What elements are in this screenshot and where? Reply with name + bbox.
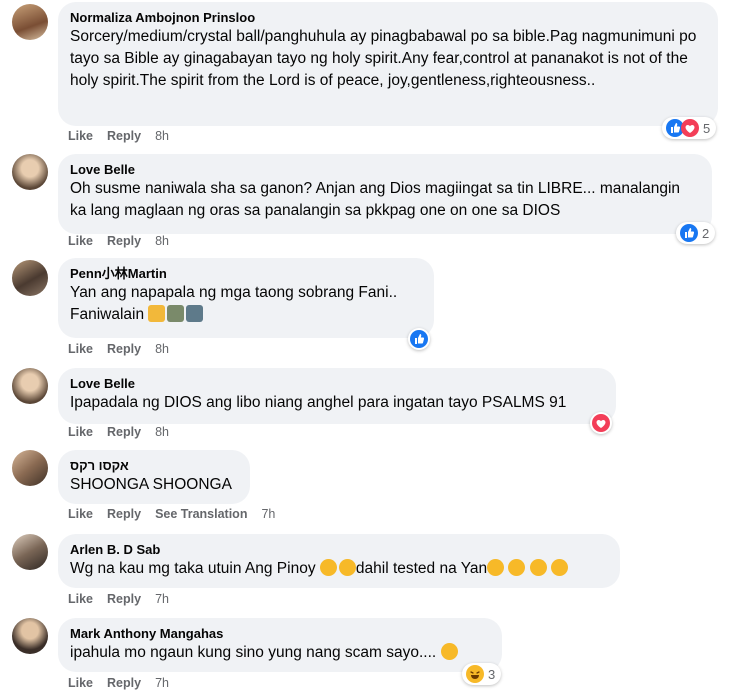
reply-button[interactable]: Reply	[107, 129, 141, 143]
rofl-emoji-icon	[529, 559, 547, 576]
reaction-summary[interactable]: 3	[462, 663, 502, 685]
see-translation-button[interactable]: See Translation	[155, 507, 247, 521]
avatar[interactable]	[12, 368, 48, 404]
comment-bubble: אקסו רקס SHOONGA SHOONGA	[58, 450, 250, 504]
reply-button[interactable]: Reply	[107, 234, 141, 248]
commenter-name[interactable]: Love Belle	[70, 161, 700, 178]
comment-actions: Like Reply 8h	[68, 342, 169, 356]
commenter-name[interactable]: Mark Anthony Mangahas	[70, 625, 490, 642]
reply-button[interactable]: Reply	[107, 592, 141, 606]
avatar[interactable]	[12, 534, 48, 570]
reaction-summary[interactable]	[590, 412, 612, 434]
comment-bubble: Normaliza Ambojnon Prinsloo Sorcery/medi…	[58, 2, 718, 126]
like-button[interactable]: Like	[68, 592, 93, 606]
reaction-summary[interactable]	[408, 328, 430, 350]
commenter-name[interactable]: אקסו רקס	[70, 457, 238, 474]
timestamp: 8h	[155, 129, 169, 143]
comment-bubble: Mark Anthony Mangahas ipahula mo ngaun k…	[58, 618, 502, 672]
commenter-name[interactable]: Love Belle	[70, 375, 604, 392]
like-icon	[680, 224, 698, 242]
rofl-emoji-icon	[508, 559, 526, 576]
like-button[interactable]: Like	[68, 342, 93, 356]
fist-emoji-icon	[167, 305, 185, 322]
cat-emoji-icon	[148, 305, 166, 322]
comment-actions: Like Reply 8h	[68, 234, 169, 248]
rofl-emoji-icon	[487, 559, 505, 576]
reply-button[interactable]: Reply	[107, 676, 141, 690]
rofl-emoji-icon	[551, 559, 569, 576]
reaction-count: 3	[488, 666, 496, 682]
timestamp: 7h	[261, 507, 276, 521]
reply-button[interactable]: Reply	[107, 425, 141, 439]
avatar[interactable]	[12, 4, 48, 40]
commenter-name[interactable]: Arlen B. D Sab	[70, 541, 608, 558]
avatar[interactable]	[12, 450, 48, 486]
comment-actions: Like Reply 8h	[68, 425, 169, 439]
like-button[interactable]: Like	[68, 425, 93, 439]
comment-bubble: Love Belle Oh susme naniwala sha sa gano…	[58, 154, 712, 234]
timestamp: 8h	[155, 342, 169, 356]
comment-text: Yan ang napapala ng mga taong sobrang Fa…	[70, 284, 398, 301]
commenter-name[interactable]: Normaliza Ambojnon Prinsloo	[70, 9, 706, 26]
reaction-count: 2	[702, 225, 710, 241]
like-icon	[410, 330, 428, 348]
comment-bubble: Love Belle Ipapadala ng DIOS ang libo ni…	[58, 368, 616, 424]
like-button[interactable]: Like	[68, 129, 93, 143]
haha-icon	[466, 665, 484, 683]
avatar[interactable]	[12, 618, 48, 654]
comment-bubble: Penn小林Martin Yan ang napapala ng mga tao…	[58, 258, 434, 338]
love-icon	[592, 414, 610, 432]
reaction-summary[interactable]: 5	[662, 117, 717, 139]
timestamp: 8h	[155, 234, 169, 248]
rofl-emoji-icon	[319, 559, 337, 576]
dancer-emoji-icon	[186, 305, 204, 322]
comment-text: SHOONGA SHOONGA	[70, 476, 232, 493]
reply-button[interactable]: Reply	[107, 507, 141, 521]
comment-text-line2: Faniwalain	[70, 304, 422, 326]
avatar[interactable]	[12, 260, 48, 296]
comment-actions: Like Reply 7h	[68, 592, 169, 606]
reply-button[interactable]: Reply	[107, 342, 141, 356]
timestamp: 7h	[155, 676, 169, 690]
reaction-count: 5	[703, 120, 711, 136]
comment-actions: Like Reply 7h	[68, 676, 169, 690]
like-button[interactable]: Like	[68, 676, 93, 690]
grin-emoji-icon	[338, 559, 356, 576]
commenter-name[interactable]: Penn小林Martin	[70, 265, 422, 282]
comment-bubble: Arlen B. D Sab Wg na kau mg taka utuin A…	[58, 534, 620, 588]
comment-text: Wg na kau mg taka utuin Ang Pinoy dahil …	[70, 558, 608, 580]
love-icon	[681, 119, 699, 137]
comment-actions: Like Reply See Translation 7h	[68, 507, 275, 521]
like-button[interactable]: Like	[68, 507, 93, 521]
comment-actions: Like Reply 8h	[68, 129, 169, 143]
like-button[interactable]: Like	[68, 234, 93, 248]
comment-text: Ipapadala ng DIOS ang libo niang anghel …	[70, 394, 567, 411]
comment-text: Sorcery/medium/crystal ball/panghuhula a…	[70, 28, 701, 89]
avatar[interactable]	[12, 154, 48, 190]
smile-emoji-icon	[440, 643, 458, 660]
timestamp: 7h	[155, 592, 169, 606]
reaction-summary[interactable]: 2	[676, 222, 716, 244]
timestamp: 8h	[155, 425, 169, 439]
comment-text: ipahula mo ngaun kung sino yung nang sca…	[70, 642, 490, 664]
comment-text: Oh susme naniwala sha sa ganon? Anjan an…	[70, 180, 685, 219]
